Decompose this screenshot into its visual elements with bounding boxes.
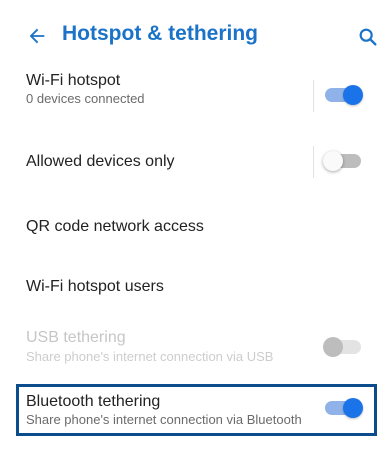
toggle-thumb <box>323 337 343 357</box>
page-title: Hotspot & tethering <box>62 22 258 45</box>
setting-title: Wi-Fi hotspot <box>26 72 121 89</box>
toggle-thumb <box>323 151 343 171</box>
allowed-devices-toggle[interactable] <box>323 149 363 173</box>
setting-wifi-hotspot-users[interactable]: Wi-Fi hotspot users <box>0 265 387 309</box>
setting-allowed-devices-only[interactable]: Allowed devices only <box>0 140 387 184</box>
setting-title: Wi-Fi hotspot users <box>26 278 164 295</box>
divider <box>313 80 314 112</box>
setting-title: QR code network access <box>26 218 204 235</box>
setting-subtitle: 0 devices connected <box>26 91 145 106</box>
highlight-frame <box>16 384 377 436</box>
toggle-thumb <box>343 85 363 105</box>
setting-qr-code-network-access[interactable]: QR code network access <box>0 205 387 249</box>
usb-tethering-toggle <box>323 335 363 359</box>
arrow-back-icon[interactable] <box>26 25 48 47</box>
wifi-hotspot-toggle[interactable] <box>323 83 363 107</box>
setting-wifi-hotspot[interactable]: Wi-Fi hotspot 0 devices connected <box>0 68 387 124</box>
setting-title: USB tethering <box>26 329 126 346</box>
search-icon[interactable] <box>357 26 379 48</box>
setting-usb-tethering: USB tethering Share phone's internet con… <box>0 325 387 369</box>
setting-subtitle: Share phone's internet connection via US… <box>26 349 274 364</box>
setting-title: Allowed devices only <box>26 153 175 170</box>
divider <box>313 146 314 178</box>
app-bar: Hotspot & tethering <box>0 0 387 72</box>
